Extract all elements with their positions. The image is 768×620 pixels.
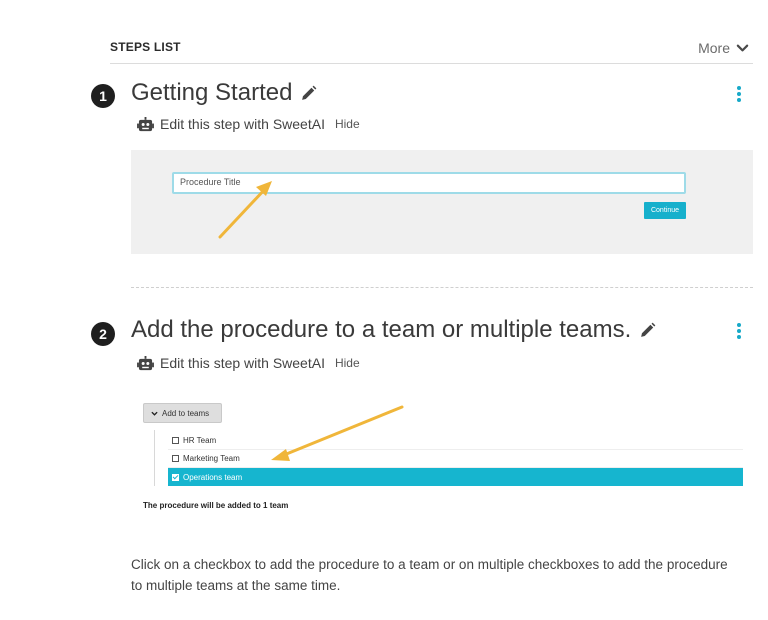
step-divider — [131, 287, 753, 288]
step-title-text: Getting Started — [131, 79, 293, 106]
hide-link[interactable]: Hide — [335, 117, 360, 131]
chevron-down-icon — [736, 44, 749, 51]
sweetai-link[interactable]: Edit this step with SweetAI — [160, 355, 325, 371]
chevron-down-icon — [151, 411, 158, 416]
step-menu-kebab-icon[interactable] — [734, 85, 744, 103]
more-label: More — [698, 40, 730, 56]
team-option: HR Team — [168, 432, 743, 450]
annotation-arrows — [218, 181, 404, 461]
team-option-selected: Operations team — [168, 468, 743, 486]
tree-line — [154, 430, 155, 486]
step-description: Click on a checkbox to add the procedure… — [131, 557, 728, 593]
step-number-badge: 1 — [91, 84, 115, 108]
add-to-teams-dropdown: Add to teams — [143, 403, 222, 423]
checkbox-icon — [172, 437, 179, 444]
checkbox-checked-icon — [172, 473, 179, 481]
team-label: Marketing Team — [183, 454, 240, 463]
checkbox-icon — [172, 455, 179, 462]
team-option: Marketing Team — [168, 450, 743, 468]
team-summary-text: The procedure will be added to 1 team — [143, 501, 289, 510]
continue-button: Continue — [644, 202, 686, 219]
team-label: HR Team — [183, 436, 217, 445]
step-screenshot: Add to teams HR Team Marketing Team Oper… — [140, 398, 760, 518]
add-to-teams-label: Add to teams — [162, 408, 210, 418]
step-screenshot: Procedure Title Continue — [131, 150, 753, 254]
sweetai-link[interactable]: Edit this step with SweetAI — [160, 116, 325, 132]
pencil-icon[interactable] — [639, 322, 656, 339]
steps-list-title: STEPS LIST — [110, 40, 181, 54]
robot-icon — [137, 355, 154, 370]
team-label: Operations team — [183, 472, 243, 482]
step-menu-kebab-icon[interactable] — [734, 322, 744, 340]
pencil-icon[interactable] — [300, 85, 317, 102]
step-title[interactable]: Getting Started — [131, 79, 317, 107]
step-number-badge: 2 — [91, 322, 115, 346]
robot-icon — [137, 116, 154, 131]
step-title-text: Add the procedure to a team or multiple … — [131, 316, 632, 343]
hide-link[interactable]: Hide — [335, 356, 360, 370]
step-title[interactable]: Add the procedure to a team or multiple … — [131, 316, 656, 344]
steps-list-header: STEPS LIST More — [110, 38, 753, 64]
procedure-title-field: Procedure Title — [172, 172, 686, 194]
sweetai-row: Edit this step with SweetAI Hide — [137, 116, 360, 132]
more-dropdown[interactable]: More — [698, 40, 749, 56]
sweetai-row: Edit this step with SweetAI Hide — [137, 355, 360, 371]
